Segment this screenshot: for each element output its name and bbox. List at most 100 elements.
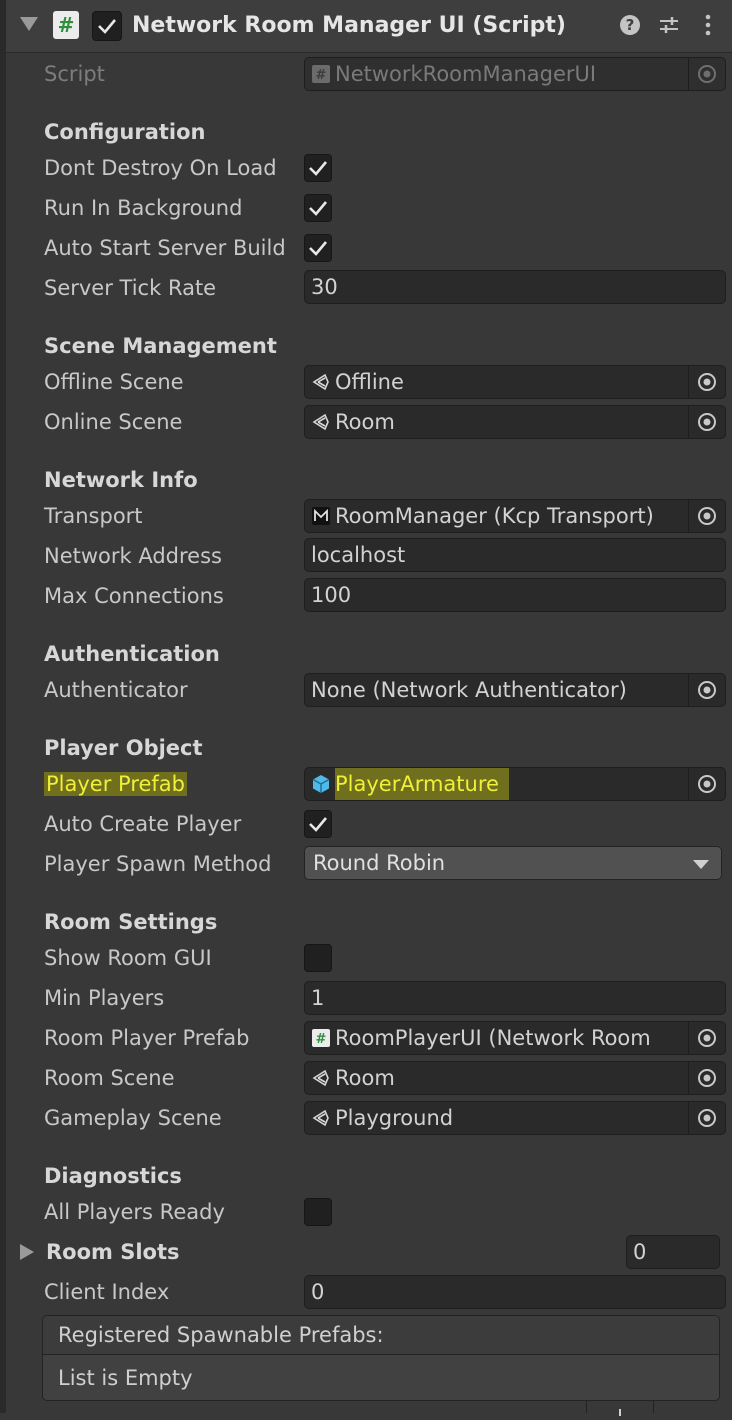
section-heading-player-object: Player Object xyxy=(44,736,203,760)
gameplay-scene-field[interactable]: Playground xyxy=(304,1101,726,1135)
dont-destroy-on-load-label: Dont Destroy On Load xyxy=(44,156,277,180)
svg-text:?: ? xyxy=(626,16,635,34)
section-heading-authentication: Authentication xyxy=(44,642,220,666)
prefab-cube-icon xyxy=(312,775,330,793)
auto-start-server-build-label: Auto Start Server Build xyxy=(44,236,286,260)
player-prefab-field[interactable]: PlayerArmature xyxy=(304,767,726,801)
all-players-ready-checkbox[interactable] xyxy=(304,1198,332,1226)
room-player-prefab-field[interactable]: # RoomPlayerUI (Network Room xyxy=(304,1021,726,1055)
unity-scene-icon xyxy=(312,413,329,431)
transport-field[interactable]: RoomManager (Kcp Transport) xyxy=(304,499,726,533)
min-players-input[interactable]: 1 xyxy=(304,981,726,1015)
object-picker-button[interactable] xyxy=(688,1022,725,1054)
panel-left-border xyxy=(0,0,6,1413)
player-spawn-method-dropdown[interactable]: Round Robin xyxy=(304,846,722,880)
object-picker-button[interactable] xyxy=(688,1062,725,1094)
server-tick-rate-label: Server Tick Rate xyxy=(44,276,217,300)
component-title: Network Room Manager UI (Script) xyxy=(132,13,566,38)
target-picker-icon xyxy=(698,1029,716,1047)
section-heading-configuration: Configuration xyxy=(44,120,206,144)
component-header[interactable]: # Network Room Manager UI (Script) ? xyxy=(6,0,732,53)
script-icon: # xyxy=(312,1029,330,1047)
registered-spawnable-prefabs-list: Registered Spawnable Prefabs: List is Em… xyxy=(42,1315,720,1401)
object-picker-button[interactable] xyxy=(688,674,725,706)
svg-text:#: # xyxy=(316,1032,327,1047)
offline-scene-field[interactable]: Offline xyxy=(304,365,726,399)
server-tick-rate-input[interactable]: 30 xyxy=(304,270,726,304)
room-scene-field[interactable]: Room xyxy=(304,1061,726,1095)
section-heading-network-info: Network Info xyxy=(44,468,198,492)
foldout-arrow-icon[interactable] xyxy=(20,17,38,31)
auto-create-player-checkbox[interactable] xyxy=(304,810,332,838)
section-heading-diagnostics: Diagnostics xyxy=(44,1164,182,1188)
list-empty-text: List is Empty xyxy=(58,1366,193,1390)
script-field: # NetworkRoomManagerUI xyxy=(304,57,726,91)
kebab-menu-icon[interactable] xyxy=(696,13,720,37)
dropdown-arrow-icon xyxy=(693,860,709,869)
min-players-label: Min Players xyxy=(44,986,165,1010)
add-icon[interactable] xyxy=(587,1404,653,1416)
svg-text:#: # xyxy=(316,68,327,83)
room-player-prefab-label: Room Player Prefab xyxy=(44,1026,250,1050)
object-picker-button[interactable] xyxy=(688,1102,725,1134)
offline-scene-label: Offline Scene xyxy=(44,370,184,394)
run-in-background-checkbox[interactable] xyxy=(304,194,332,222)
auto-create-player-label: Auto Create Player xyxy=(44,812,242,836)
target-picker-icon xyxy=(698,681,716,699)
target-picker-icon xyxy=(698,413,716,431)
target-picker-icon xyxy=(698,507,716,525)
dont-destroy-on-load-checkbox[interactable] xyxy=(304,154,332,182)
mirror-transport-icon xyxy=(312,507,330,525)
checkmark-icon xyxy=(309,161,327,176)
inspector-component-panel: # Network Room Manager UI (Script) ? Scr… xyxy=(0,0,732,1416)
network-address-input[interactable]: localhost xyxy=(304,538,726,572)
section-heading-room-settings: Room Settings xyxy=(44,910,218,934)
player-spawn-method-value: Round Robin xyxy=(313,851,446,875)
room-scene-label: Room Scene xyxy=(44,1066,175,1090)
authenticator-field[interactable]: None (Network Authenticator) xyxy=(304,673,726,707)
checkmark-icon xyxy=(309,817,327,832)
room-slots-label[interactable]: Room Slots xyxy=(46,1238,180,1266)
help-icon[interactable]: ? xyxy=(618,13,642,37)
player-prefab-label-text: Player Prefab xyxy=(44,772,188,796)
online-scene-field[interactable]: Room xyxy=(304,405,726,439)
target-picker-icon xyxy=(698,373,716,391)
list-header-label: Registered Spawnable Prefabs: xyxy=(58,1323,384,1347)
section-heading-scene-management: Scene Management xyxy=(44,334,277,358)
object-picker-button[interactable] xyxy=(688,366,725,398)
client-index-label: Client Index xyxy=(44,1280,170,1304)
room-slots-size-input[interactable]: 0 xyxy=(626,1235,720,1269)
target-picker-icon xyxy=(698,1109,716,1127)
target-picker-icon xyxy=(698,775,716,793)
player-spawn-method-label: Player Spawn Method xyxy=(44,852,272,876)
object-picker-button[interactable] xyxy=(688,768,725,800)
room-slots-foldout-icon[interactable] xyxy=(20,1244,34,1260)
max-connections-input[interactable]: 100 xyxy=(304,578,726,612)
script-icon: # xyxy=(53,11,79,39)
online-scene-label: Online Scene xyxy=(44,410,183,434)
show-room-gui-checkbox[interactable] xyxy=(304,944,332,972)
unity-scene-icon xyxy=(312,1069,329,1087)
all-players-ready-label: All Players Ready xyxy=(44,1200,225,1224)
list-header: Registered Spawnable Prefabs: xyxy=(43,1316,719,1355)
checkmark-icon xyxy=(309,201,327,216)
target-picker-icon xyxy=(698,1069,716,1087)
transport-label: Transport xyxy=(44,504,143,528)
target-picker-icon xyxy=(698,65,716,83)
presets-icon[interactable] xyxy=(657,13,681,37)
client-index-input[interactable]: 0 xyxy=(304,1275,726,1309)
authenticator-label: Authenticator xyxy=(44,678,188,702)
checkmark-icon xyxy=(309,241,327,256)
show-room-gui-label: Show Room GUI xyxy=(44,946,212,970)
checkmark-icon xyxy=(98,19,116,34)
auto-start-server-build-checkbox[interactable] xyxy=(304,234,332,262)
object-picker-button xyxy=(688,58,725,90)
object-picker-button[interactable] xyxy=(688,406,725,438)
component-enabled-checkbox[interactable] xyxy=(92,11,122,41)
network-address-label: Network Address xyxy=(44,544,222,568)
run-in-background-label: Run In Background xyxy=(44,196,243,220)
script-label: Script xyxy=(44,62,105,86)
list-add-remove-footer[interactable] xyxy=(586,1401,654,1416)
object-picker-button[interactable] xyxy=(688,500,725,532)
unity-scene-icon xyxy=(312,1109,329,1127)
